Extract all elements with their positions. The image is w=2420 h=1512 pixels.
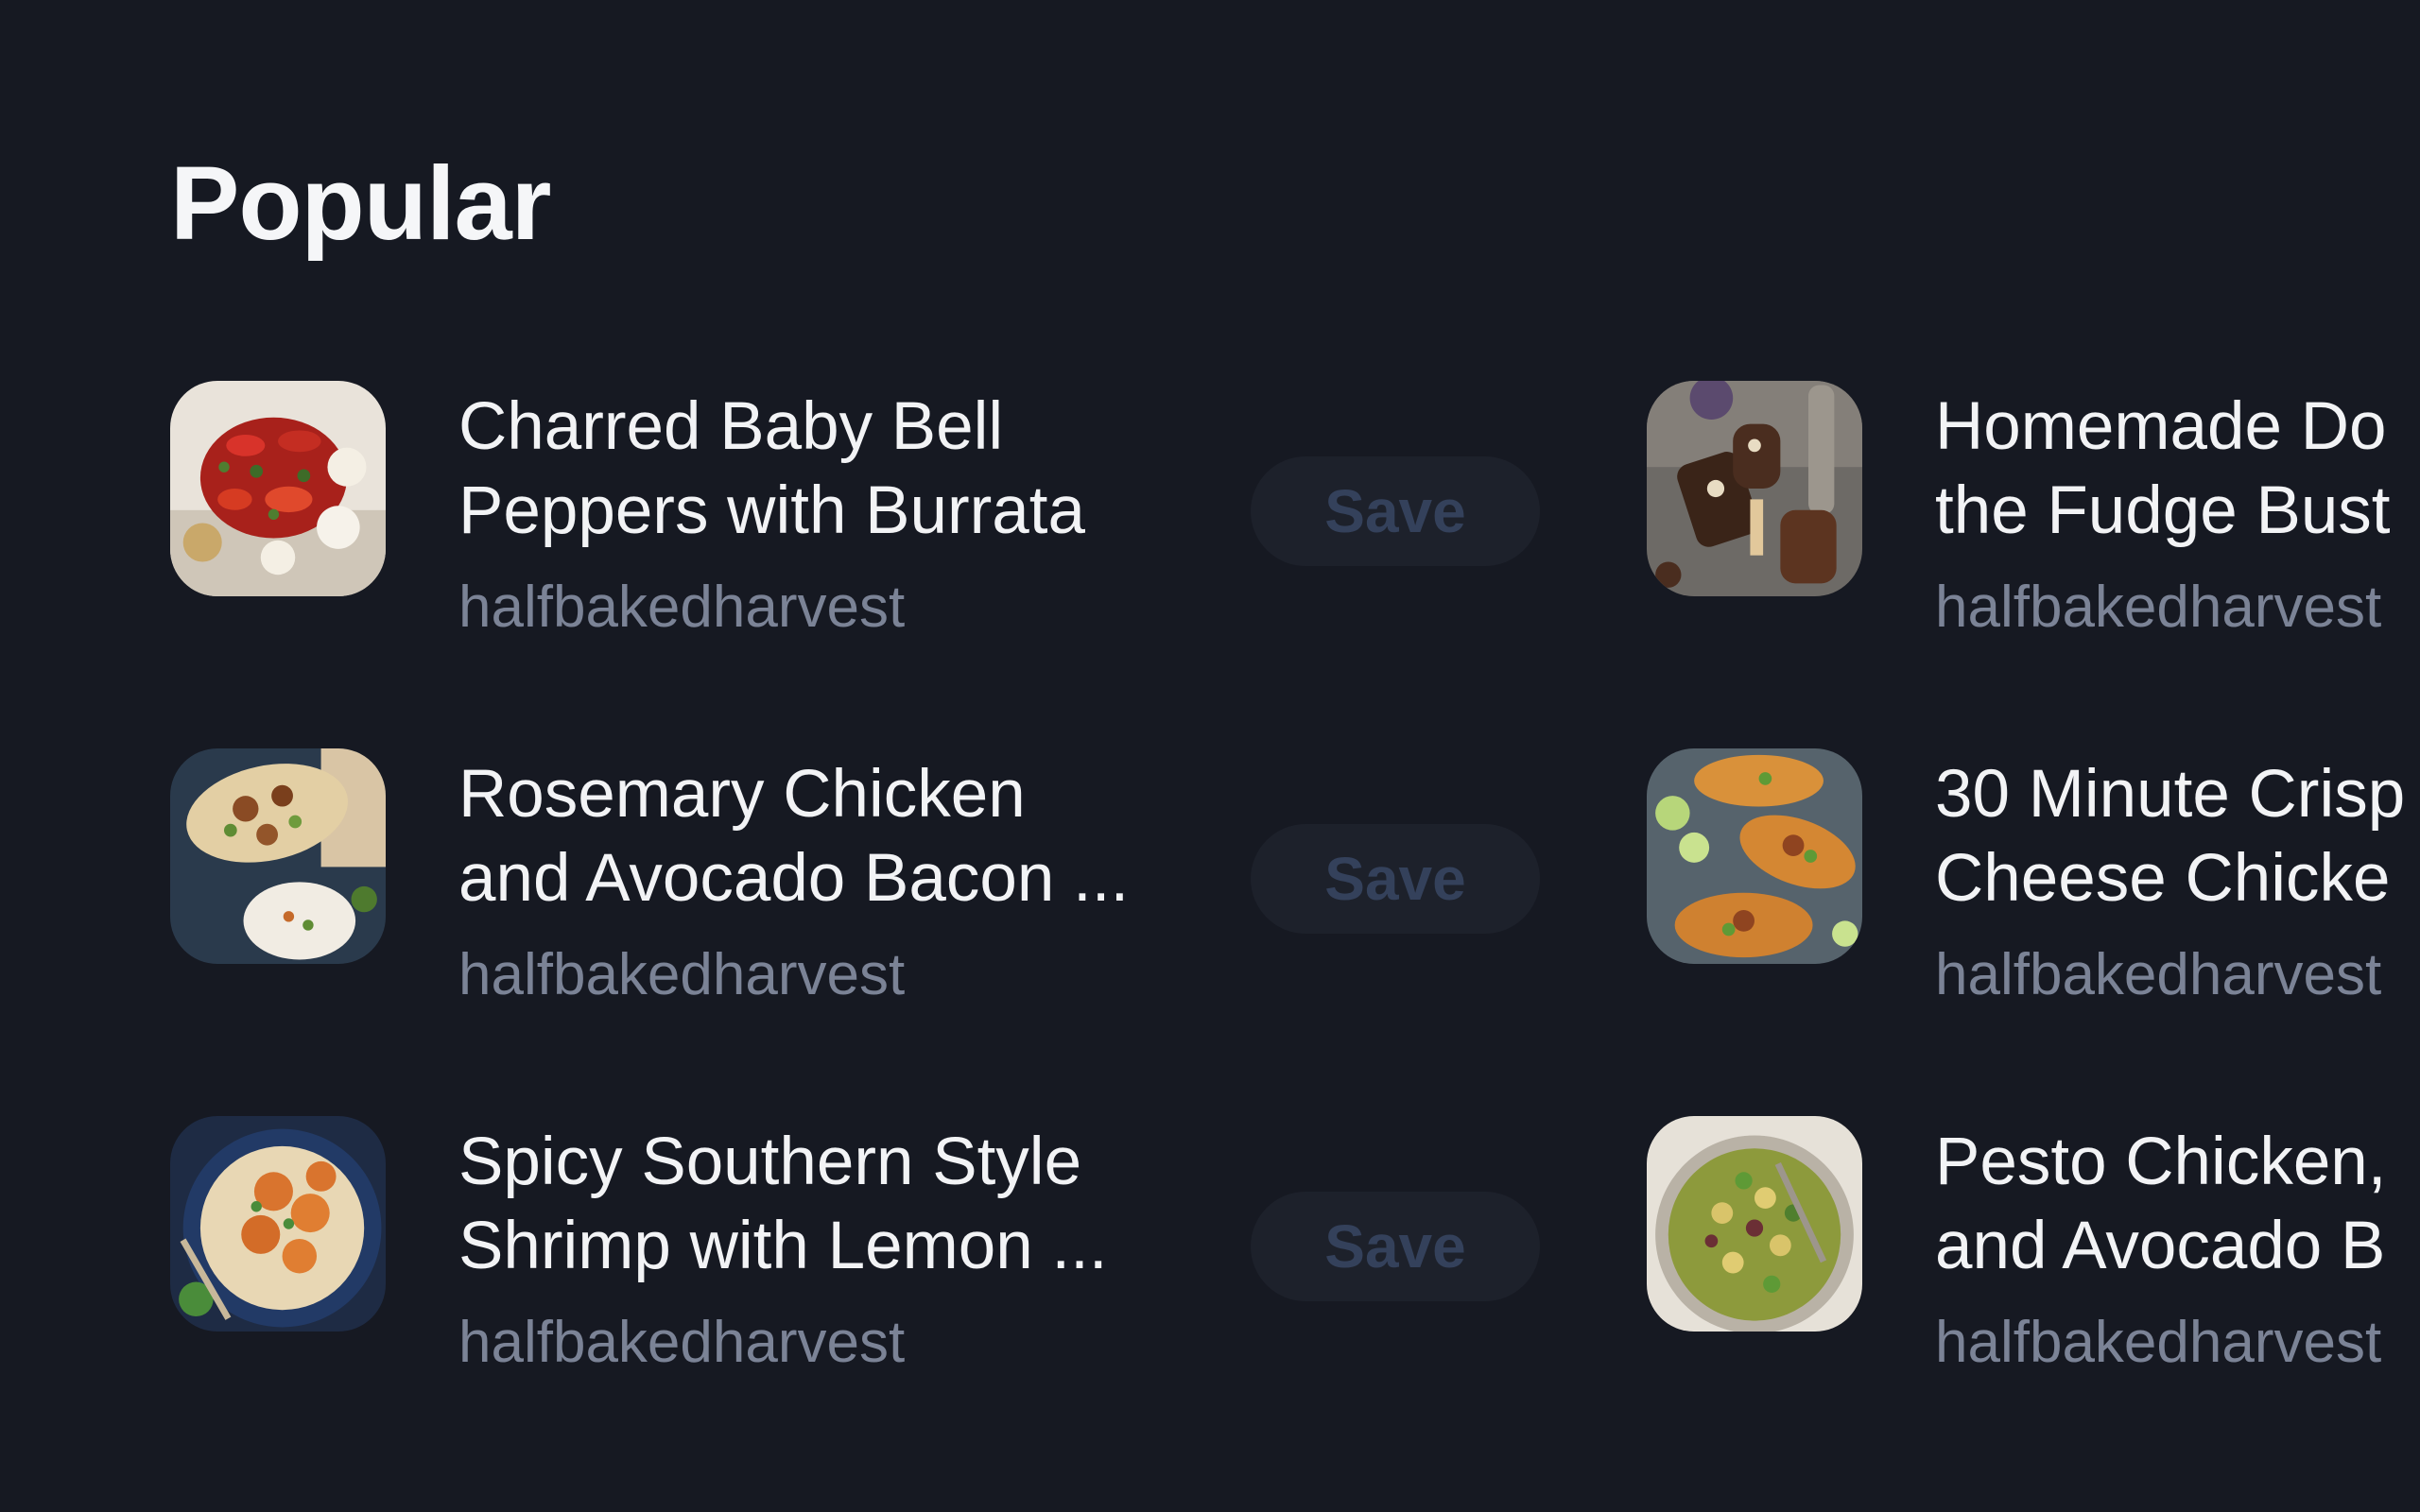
recipe-source: halfbakedharvest (458, 1310, 906, 1375)
recipe-source: halfbakedharvest (1935, 575, 2382, 640)
popular-recipe-list: Charred Baby Bell Peppers with Burrata h… (0, 0, 2420, 1512)
recipe-thumbnail[interactable] (170, 748, 386, 964)
recipe-item[interactable]: Rosemary Chicken and Avocado Bacon ... h… (170, 748, 1540, 1007)
recipe-thumbnail[interactable] (1647, 748, 1862, 964)
spicy-shrimp-photo (170, 1116, 386, 1332)
recipe-thumbnail[interactable] (170, 1116, 386, 1332)
recipe-item[interactable]: Charred Baby Bell Peppers with Burrata h… (170, 381, 1540, 640)
cheese-chicken-tacos-photo (1647, 748, 1862, 964)
recipe-title[interactable]: Pesto Chicken, and Avocado B (1935, 1120, 2420, 1288)
recipe-source: halfbakedharvest (1935, 942, 2382, 1007)
recipe-title[interactable]: 30 Minute Crisp Cheese Chicke (1935, 752, 2420, 920)
save-button[interactable]: Save (1251, 1192, 1540, 1301)
recipe-title[interactable]: Spicy Southern Style Shrimp with Lemon .… (458, 1120, 1196, 1288)
save-button[interactable]: Save (1251, 456, 1540, 566)
recipe-title[interactable]: Rosemary Chicken and Avocado Bacon ... (458, 752, 1196, 920)
recipe-item[interactable]: Pesto Chicken, and Avocado B halfbakedha… (1647, 1116, 2420, 1375)
recipe-item[interactable]: Spicy Southern Style Shrimp with Lemon .… (170, 1116, 1540, 1375)
fudge-bars-photo (1647, 381, 1862, 596)
recipe-thumbnail[interactable] (1647, 1116, 1862, 1332)
save-button[interactable]: Save (1251, 824, 1540, 934)
pesto-pasta-salad-photo (1647, 1116, 1862, 1332)
recipe-thumbnail[interactable] (1647, 381, 1862, 596)
recipe-source: halfbakedharvest (458, 575, 906, 640)
recipe-source: halfbakedharvest (458, 942, 906, 1007)
recipe-item[interactable]: 30 Minute Crisp Cheese Chicke halfbakedh… (1647, 748, 2420, 1007)
chicken-wraps-photo (170, 748, 386, 964)
recipe-item[interactable]: Homemade Do the Fudge Bust halfbakedharv… (1647, 381, 2420, 640)
recipe-source: halfbakedharvest (1935, 1310, 2382, 1375)
burrata-peppers-photo (170, 381, 386, 596)
recipe-title[interactable]: Charred Baby Bell Peppers with Burrata (458, 385, 1196, 553)
recipe-title[interactable]: Homemade Do the Fudge Bust (1935, 385, 2420, 553)
recipe-thumbnail[interactable] (170, 381, 386, 596)
